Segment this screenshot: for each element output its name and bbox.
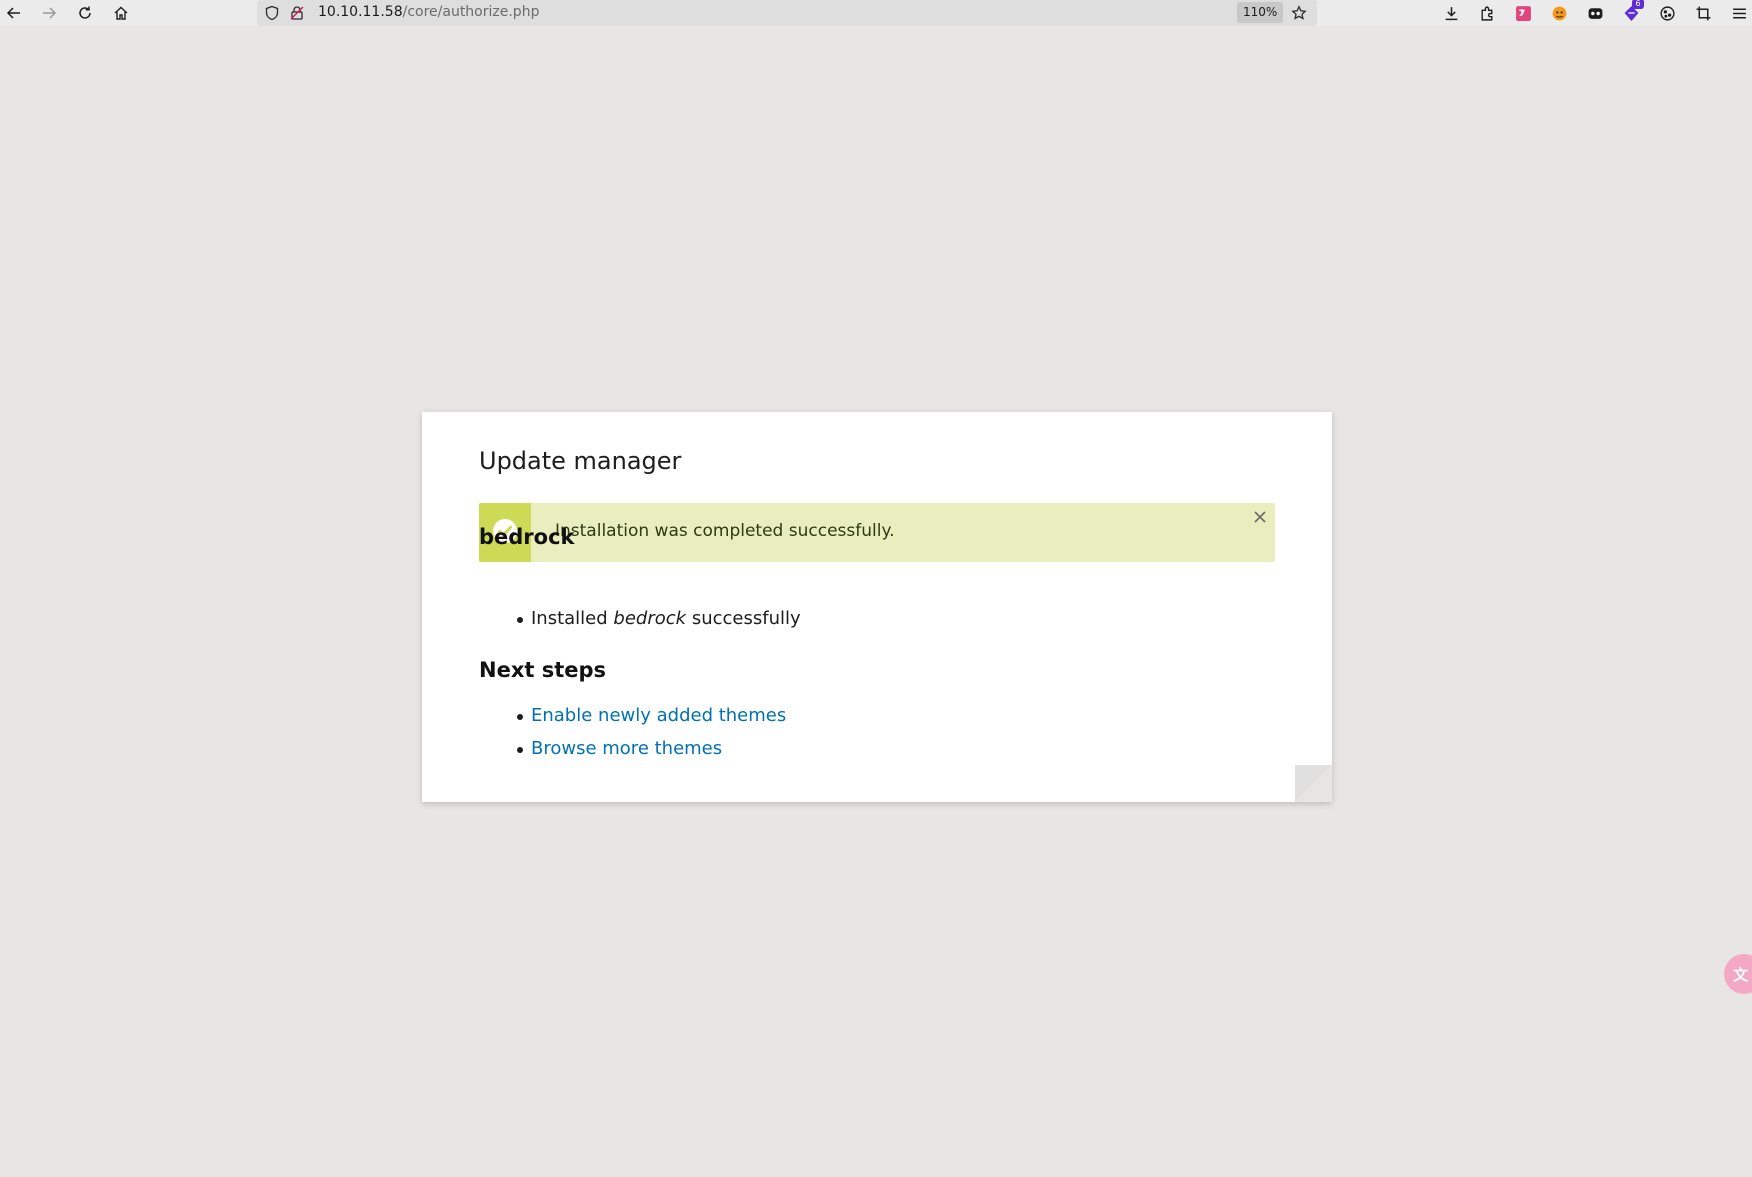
extension-count-badge: 6 — [1632, 0, 1644, 9]
close-icon[interactable] — [1251, 508, 1269, 526]
shield-icon[interactable] — [264, 5, 280, 21]
project-heading: bedrock — [479, 525, 575, 549]
list-item: Installed bedrock successfully — [479, 602, 801, 635]
translate-glyph: 文 — [1733, 965, 1749, 984]
url-path: /core/authorize.php — [402, 4, 540, 20]
download-icon[interactable] — [1441, 3, 1461, 23]
translate-float-button[interactable]: 文 — [1724, 954, 1752, 994]
installed-project-name: bedrock — [613, 608, 687, 629]
browser-toolbar: 10.10.11.58/core/authorize.php 110% 6 — [0, 0, 1752, 26]
enable-themes-link[interactable]: Enable newly added themes — [531, 705, 786, 726]
translate-extension-icon[interactable] — [1513, 3, 1533, 23]
installed-suffix: successfully — [691, 608, 801, 629]
installed-projects-list: Installed bedrock successfully — [479, 602, 801, 635]
star-icon[interactable] — [1291, 5, 1307, 21]
browse-themes-link[interactable]: Browse more themes — [531, 738, 722, 759]
hamburger-menu-icon[interactable] — [1729, 3, 1749, 23]
list-item: Browse more themes — [479, 732, 786, 765]
fox-extension-icon[interactable] — [1549, 3, 1569, 23]
installed-prefix: Installed — [531, 608, 608, 629]
hacktools-extension-icon[interactable]: 6 — [1621, 0, 1644, 23]
success-message: Installation was completed successfully. — [479, 503, 1275, 562]
cookie-extension-icon[interactable] — [1657, 3, 1677, 23]
puzzle-icon[interactable] — [1477, 3, 1497, 23]
zoom-level-badge[interactable]: 110% — [1237, 2, 1284, 23]
url-bar[interactable]: 10.10.11.58/core/authorize.php 110% — [257, 0, 1317, 26]
insecure-lock-icon[interactable] — [289, 5, 305, 21]
forward-arrow-icon[interactable] — [37, 1, 61, 25]
list-item: Enable newly added themes — [479, 699, 786, 732]
crop-extension-icon[interactable] — [1693, 3, 1713, 23]
url-text[interactable]: 10.10.11.58/core/authorize.php — [318, 4, 539, 20]
back-arrow-icon[interactable] — [2, 1, 26, 25]
reload-icon[interactable] — [73, 1, 97, 25]
page-fold-corner — [1295, 765, 1332, 802]
next-steps-list: Enable newly added themes Browse more th… — [479, 699, 786, 765]
success-message-text: Installation was completed successfully. — [555, 521, 895, 541]
page-title: Update manager — [479, 447, 682, 475]
home-icon[interactable] — [109, 1, 133, 25]
url-host: 10.10.11.58 — [318, 4, 403, 20]
mask-extension-icon[interactable] — [1585, 3, 1605, 23]
update-manager-card: Update manager Installation was complete… — [422, 412, 1332, 802]
next-steps-heading: Next steps — [479, 658, 607, 682]
